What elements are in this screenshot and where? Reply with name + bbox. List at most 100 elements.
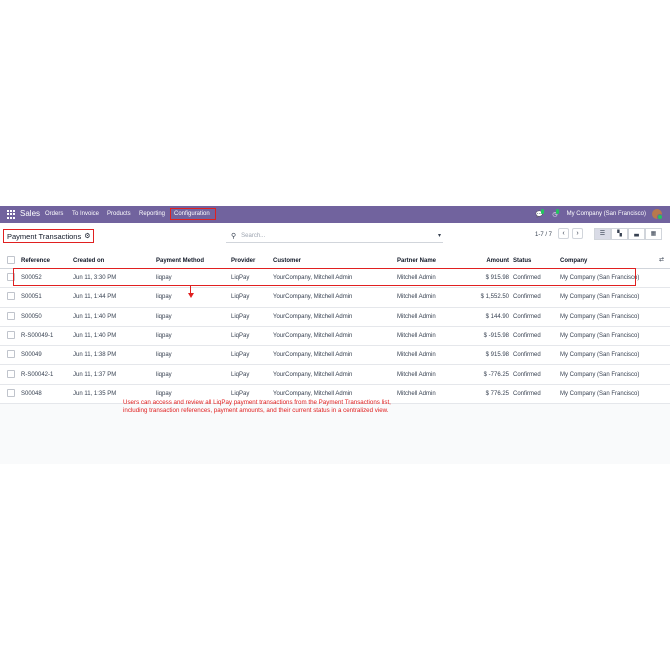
cell-customer: YourCompany, Mitchell Admin <box>272 345 396 366</box>
caption-line-2: including transaction references, paymen… <box>123 407 389 414</box>
clock-icon[interactable]: ◷ <box>552 208 560 218</box>
header-customer[interactable]: Customer <box>272 253 396 269</box>
list-view-icon[interactable]: ☰ <box>594 228 611 240</box>
cell-status: Confirmed <box>510 364 559 385</box>
cell-reference: S00048 <box>20 384 72 405</box>
cell-customer: YourCompany, Mitchell Admin <box>272 364 396 385</box>
search-input[interactable]: Search... <box>241 233 265 239</box>
cell-payment-method: liqpay <box>155 326 230 347</box>
table-row[interactable]: R-S00042-1 Jun 11, 1:37 PM liqpay LiqPay… <box>0 364 670 385</box>
row-checkbox[interactable] <box>7 350 15 359</box>
breadcrumb: Payment Transactions ⚙ <box>3 229 95 243</box>
row-checkbox[interactable] <box>7 311 15 320</box>
top-navbar: Sales Orders To Invoice Products Reporti… <box>0 206 670 223</box>
cell-company: My Company (San Francisco) <box>559 307 670 327</box>
pager-value[interactable]: 1-7 / 7 <box>535 232 552 238</box>
cell-provider: LiqPay <box>230 326 272 347</box>
chat-icon[interactable]: 💬 <box>536 208 546 218</box>
navbar-right-tools: 💬 ◷ My Company (San Francisco) <box>536 208 663 220</box>
cell-reference: S00049 <box>20 345 72 366</box>
pivot-view-icon[interactable]: ▦ <box>645 228 662 240</box>
apps-icon[interactable] <box>7 210 16 219</box>
cell-payment-method: liqpay <box>155 345 230 366</box>
cell-created-on: Jun 11, 1:37 PM <box>72 364 155 385</box>
configuration-highlight <box>170 208 216 220</box>
header-status[interactable]: Status <box>510 253 559 269</box>
menu-products[interactable]: Products <box>107 211 131 217</box>
header-amount[interactable]: Amount <box>470 253 510 269</box>
cell-payment-method: liqpay <box>155 307 230 327</box>
cell-partner-name: Mitchell Admin <box>396 345 470 366</box>
table-row[interactable]: S00049 Jun 11, 1:38 PM liqpay LiqPay You… <box>0 345 670 366</box>
menu-reporting[interactable]: Reporting <box>139 211 165 217</box>
cell-provider: LiqPay <box>230 287 272 308</box>
header-provider[interactable]: Provider <box>230 253 272 269</box>
search-options-toggle[interactable]: ▾ <box>438 232 441 239</box>
header-reference[interactable]: Reference <box>20 253 72 269</box>
kanban-view-icon[interactable]: ▚ <box>611 228 628 240</box>
chevron-right-icon[interactable]: › <box>572 228 583 239</box>
row-checkbox[interactable] <box>7 292 15 301</box>
menu-orders[interactable]: Orders <box>45 211 63 217</box>
annotation-arrow-icon <box>187 286 194 321</box>
search-bar[interactable]: ⚲ Search... ▾ <box>226 230 443 243</box>
caption-line-1: Users can access and review all LiqPay p… <box>123 399 391 406</box>
cell-partner-name: Mitchell Admin <box>396 307 470 327</box>
cell-company: My Company (San Francisco) <box>559 326 670 347</box>
cell-partner-name: Mitchell Admin <box>396 326 470 347</box>
cell-reference: R-S00042-1 <box>20 364 72 385</box>
company-switcher[interactable]: My Company (San Francisco) <box>567 211 646 217</box>
cell-customer: YourCompany, Mitchell Admin <box>272 287 396 308</box>
cell-company: My Company (San Francisco) <box>559 345 670 366</box>
table-row[interactable]: S00050 Jun 11, 1:40 PM liqpay LiqPay You… <box>0 307 670 327</box>
table-header-row: Reference Created on Payment Method Prov… <box>0 253 670 269</box>
cell-provider: LiqPay <box>230 307 272 327</box>
cell-amount: $ 1,552.50 <box>470 287 510 308</box>
cell-reference: R-S00049-1 <box>20 326 72 347</box>
cell-partner-name: Mitchell Admin <box>396 287 470 308</box>
select-all-checkbox[interactable] <box>0 253 20 269</box>
cell-provider: LiqPay <box>230 345 272 366</box>
cell-status: Confirmed <box>510 307 559 327</box>
cell-status: Confirmed <box>510 326 559 347</box>
cell-created-on: Jun 11, 1:44 PM <box>72 287 155 308</box>
header-company[interactable]: Company <box>559 253 670 269</box>
page-title: Payment Transactions <box>7 231 82 241</box>
cell-created-on: Jun 11, 1:38 PM <box>72 345 155 366</box>
cell-amount: $ 776.25 <box>470 384 510 405</box>
cell-company: My Company (San Francisco) <box>559 384 670 405</box>
cell-partner-name: Mitchell Admin <box>396 364 470 385</box>
cell-amount: $ 915.98 <box>470 345 510 366</box>
annotation-caption: Users can access and review all LiqPay p… <box>123 399 391 415</box>
cell-created-on: Jun 11, 1:40 PM <box>72 326 155 347</box>
cell-reference: S00050 <box>20 307 72 327</box>
row-checkbox[interactable] <box>7 388 15 397</box>
cell-amount: $ -915.98 <box>470 326 510 347</box>
menu-to-invoice[interactable]: To Invoice <box>72 211 99 217</box>
cell-partner-name: Mitchell Admin <box>396 384 470 405</box>
table-row[interactable]: S00051 Jun 11, 1:44 PM liqpay LiqPay You… <box>0 287 670 308</box>
header-created-on[interactable]: Created on <box>72 253 155 269</box>
cell-reference: S00051 <box>20 287 72 308</box>
search-icon: ⚲ <box>231 233 237 240</box>
avatar[interactable] <box>652 209 663 220</box>
header-partner-name[interactable]: Partner Name <box>396 253 470 269</box>
table-row[interactable]: R-S00049-1 Jun 11, 1:40 PM liqpay LiqPay… <box>0 326 670 347</box>
cell-company: My Company (San Francisco) <box>559 287 670 308</box>
cell-amount: $ -776.25 <box>470 364 510 385</box>
cell-payment-method: liqpay <box>155 364 230 385</box>
app-brand[interactable]: Sales <box>20 209 40 218</box>
optional-columns-icon[interactable]: ⇄ <box>659 256 664 263</box>
cell-status: Confirmed <box>510 384 559 405</box>
chevron-left-icon[interactable]: ‹ <box>558 228 569 239</box>
graph-view-icon[interactable]: ▃ <box>628 228 645 240</box>
row-checkbox[interactable] <box>7 331 15 340</box>
cell-customer: YourCompany, Mitchell Admin <box>272 326 396 347</box>
first-row-highlight <box>13 268 636 286</box>
gear-icon[interactable]: ⚙ <box>84 232 90 240</box>
cell-status: Confirmed <box>510 345 559 366</box>
row-checkbox[interactable] <box>7 369 15 378</box>
cell-status: Confirmed <box>510 287 559 308</box>
cell-amount: $ 144.90 <box>470 307 510 327</box>
header-payment-method[interactable]: Payment Method <box>155 253 230 269</box>
